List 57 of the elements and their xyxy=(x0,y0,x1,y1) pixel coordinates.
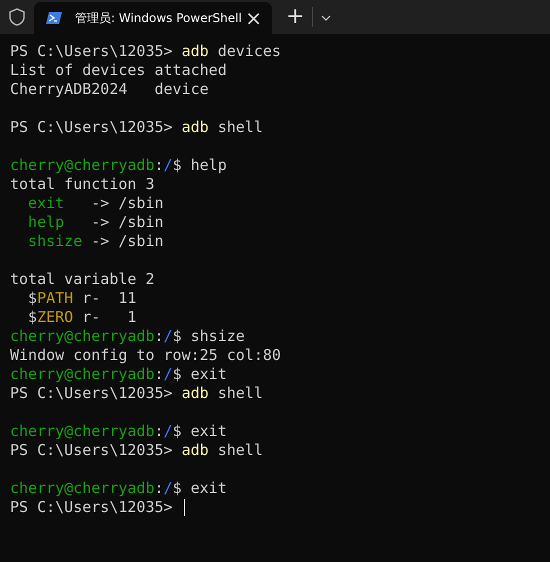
terminal-text: $ exit xyxy=(172,422,227,441)
command-text: adb xyxy=(182,42,209,61)
terminal-text: : xyxy=(154,422,164,441)
user-host-text: cherry@cherryadb xyxy=(10,365,154,384)
command-text: adb xyxy=(182,118,209,137)
command-text: adb xyxy=(182,384,209,403)
path-text: / xyxy=(164,156,173,175)
terminal-text: r- 11 xyxy=(81,289,136,308)
terminal-text: PS C:\Users\12035> xyxy=(10,42,174,61)
user-host-text: cherry@cherryadb xyxy=(10,327,154,346)
function-name: exit xyxy=(28,194,64,213)
terminal-text: PS C:\Users\12035> xyxy=(10,384,174,403)
terminal-text: : xyxy=(154,479,164,498)
terminal-text: -> /sbin xyxy=(90,194,164,213)
terminal-text: shell xyxy=(216,118,263,137)
terminal-text: PS C:\Users\12035> xyxy=(10,118,174,137)
text-cursor xyxy=(184,499,185,516)
user-host-text: cherry@cherryadb xyxy=(10,156,154,175)
path-text: / xyxy=(164,422,173,441)
terminal-text: $ xyxy=(28,308,38,327)
terminal-text: $ exit xyxy=(172,365,227,384)
close-tab-button[interactable]: × xyxy=(245,8,262,28)
terminal-text: : xyxy=(154,327,164,346)
command-text: adb xyxy=(182,441,209,460)
terminal-text: $ shsize xyxy=(172,327,245,346)
terminal-text: -> /sbin xyxy=(90,213,164,232)
function-name: shsize xyxy=(28,232,82,251)
user-host-text: cherry@cherryadb xyxy=(10,422,154,441)
powershell-icon xyxy=(45,11,63,25)
terminal-text: shell xyxy=(216,384,263,403)
terminal-text: CherryADB2024 device xyxy=(10,80,209,99)
terminal-text: shell xyxy=(216,441,263,460)
new-tab-button[interactable]: + xyxy=(286,5,304,29)
terminal-text: : xyxy=(154,156,164,175)
path-text: / xyxy=(164,327,173,346)
terminal-text: -> /sbin xyxy=(90,232,164,251)
terminal-text: Window config to row:25 col:80 xyxy=(10,346,281,365)
terminal-text: $ exit xyxy=(172,479,227,498)
terminal-text: total function 3 xyxy=(10,175,154,194)
path-text: / xyxy=(164,479,173,498)
terminal-text: : xyxy=(154,365,164,384)
user-host-text: cherry@cherryadb xyxy=(10,479,154,498)
tab-title: 管理员: Windows PowerShell xyxy=(75,10,243,26)
terminal-text: $ help xyxy=(172,156,227,175)
terminal-text: PS C:\Users\12035> xyxy=(10,441,174,460)
function-name: help xyxy=(28,213,64,232)
chevron-down-icon[interactable] xyxy=(321,15,332,21)
variable-name: ZERO xyxy=(37,308,74,327)
terminal-text: r- 1 xyxy=(81,308,136,327)
variable-name: PATH xyxy=(37,289,74,308)
terminal-text: PS C:\Users\12035> xyxy=(10,498,174,517)
terminal-text: devices xyxy=(216,42,281,61)
terminal-text: $ xyxy=(28,289,38,308)
terminal-text: total variable 2 xyxy=(10,270,154,289)
shield-icon xyxy=(9,8,25,26)
terminal-text: List of devices attached xyxy=(10,61,227,80)
path-text: / xyxy=(164,365,173,384)
